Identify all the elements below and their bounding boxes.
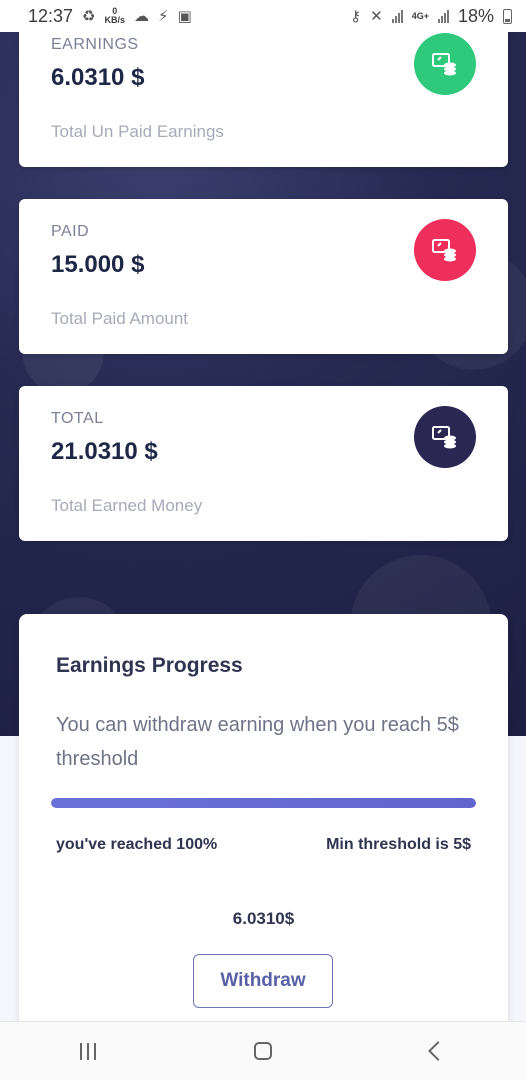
coins-screen-icon (414, 33, 476, 95)
net-speed: 0 KB/s (105, 7, 126, 25)
earnings-label: EARNINGS (51, 36, 139, 53)
earnings-value: 6.0310 $ (51, 64, 145, 91)
recents-icon (79, 1042, 96, 1060)
progress-description: You can withdraw earning when you reach … (56, 714, 459, 770)
progress-title: Earnings Progress (56, 654, 243, 677)
progress-bar-fill (51, 798, 476, 808)
earnings-progress-card: Earnings Progress You can withdraw earni… (19, 614, 508, 1034)
progress-reached-text: you've reached 100% (56, 836, 218, 853)
key-icon: ⚷ (350, 8, 362, 25)
signal-icon (391, 9, 403, 23)
back-button[interactable] (408, 1031, 468, 1071)
min-threshold-text: Min threshold is 5$ (326, 836, 471, 853)
back-icon (428, 1041, 449, 1061)
signal-icon-2 (437, 9, 449, 23)
network-type: 4G+ (411, 10, 429, 21)
sync-icon: ♻ (82, 8, 96, 25)
total-subtitle: Total Earned Money (51, 496, 203, 515)
cloud-icon: ☁ (134, 8, 150, 25)
coins-svg (432, 239, 456, 262)
withdraw-button[interactable]: Withdraw (193, 954, 333, 1008)
navigation-bar (0, 1021, 526, 1080)
total-value: 21.0310 $ (51, 438, 158, 465)
earnings-amount: 6.0310$ (232, 909, 295, 928)
battery-icon (503, 8, 512, 24)
progress-bar (51, 798, 476, 808)
paid-label: PAID (51, 223, 90, 240)
home-button[interactable] (233, 1031, 293, 1071)
status-right: ⚷ ✕ 4G+ 18% (350, 6, 512, 27)
coins-screen-icon (414, 219, 476, 281)
status-bar: 12:37 ♻ 0 KB/s ☁ ⚡ ▣ ⚷ ✕ 4G+ 18% (0, 0, 526, 32)
status-time: 12:37 (28, 5, 74, 26)
paid-card: PAID 15.000 $ Total Paid Amount (19, 199, 508, 354)
battery-percent: 18% (457, 5, 494, 26)
coins-screen-icon (414, 406, 476, 468)
home-icon (253, 1042, 272, 1060)
recents-button[interactable] (58, 1031, 118, 1071)
data-saver-icon: ⚡ (158, 8, 169, 25)
coins-svg (432, 426, 456, 449)
paid-value: 15.000 $ (51, 251, 145, 278)
coins-svg (432, 53, 456, 76)
image-icon: ▣ (177, 8, 192, 25)
total-label: TOTAL (51, 410, 104, 427)
mute-icon: ✕ (370, 8, 383, 25)
net-speed-unit: KB/s (104, 15, 126, 25)
earnings-card: EARNINGS 6.0310 $ Total Un Paid Earnings (19, 20, 508, 167)
paid-subtitle: Total Paid Amount (51, 309, 189, 328)
earnings-subtitle: Total Un Paid Earnings (51, 122, 224, 141)
total-card: TOTAL 21.0310 $ Total Earned Money (19, 386, 508, 541)
status-left: 12:37 ♻ 0 KB/s ☁ ⚡ ▣ (28, 6, 192, 27)
